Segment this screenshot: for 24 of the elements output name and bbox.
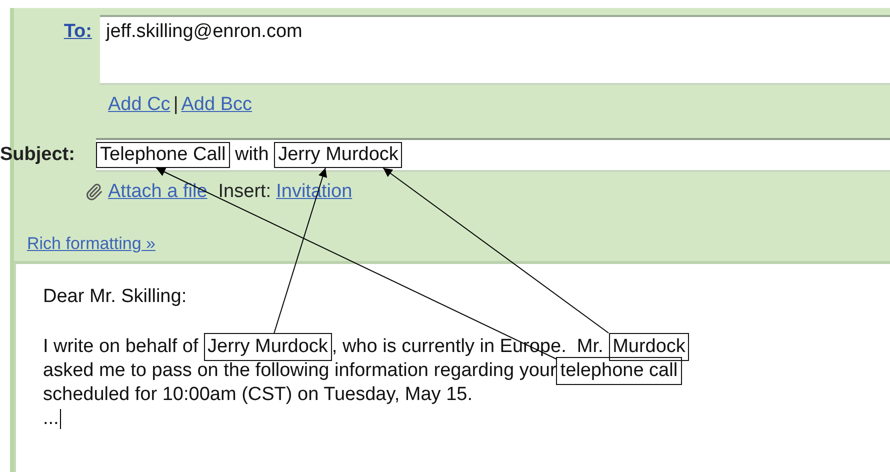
separator-text: | — [172, 94, 180, 116]
body-text: scheduled for 10:00am (CST) on Tuesday, May 15. — [43, 383, 472, 407]
subject-field[interactable]: Telephone Call with Jerry Murdock — [96, 138, 890, 172]
annotation-box: Murdock — [608, 333, 690, 361]
body-text: I write on behalf of — [43, 335, 200, 359]
body-text: asked me to pass on the following information regarding your — [43, 359, 556, 383]
rich-formatting-link[interactable]: Rich formatting » — [27, 234, 156, 254]
recipient-text: jeff.skilling@enron.com — [106, 21, 302, 42]
to-field[interactable]: jeff.skilling@enron.com — [100, 15, 890, 85]
body-text: ... — [43, 407, 59, 431]
annotation-box: Telephone Call — [96, 142, 230, 168]
add-recipient-link[interactable]: Add Cc — [108, 94, 170, 116]
message-body[interactable] — [14, 261, 890, 472]
annotation-box: Jerry Murdock — [274, 142, 402, 168]
annotation-box: telephone call — [556, 357, 682, 385]
subject-label: Subject: — [0, 144, 76, 166]
add-recipient-link[interactable]: Add Bcc — [181, 94, 252, 116]
to-link[interactable]: To: — [14, 15, 100, 43]
subject-text: with — [234, 144, 270, 166]
annotation-box: Jerry Murdock — [204, 333, 332, 361]
paperclip-icon — [85, 183, 103, 201]
attach-file-link[interactable]: Attach a file — [108, 181, 208, 203]
insert-label: Insert: — [218, 181, 272, 203]
body-text: Dear Mr. Skilling: — [43, 285, 187, 309]
